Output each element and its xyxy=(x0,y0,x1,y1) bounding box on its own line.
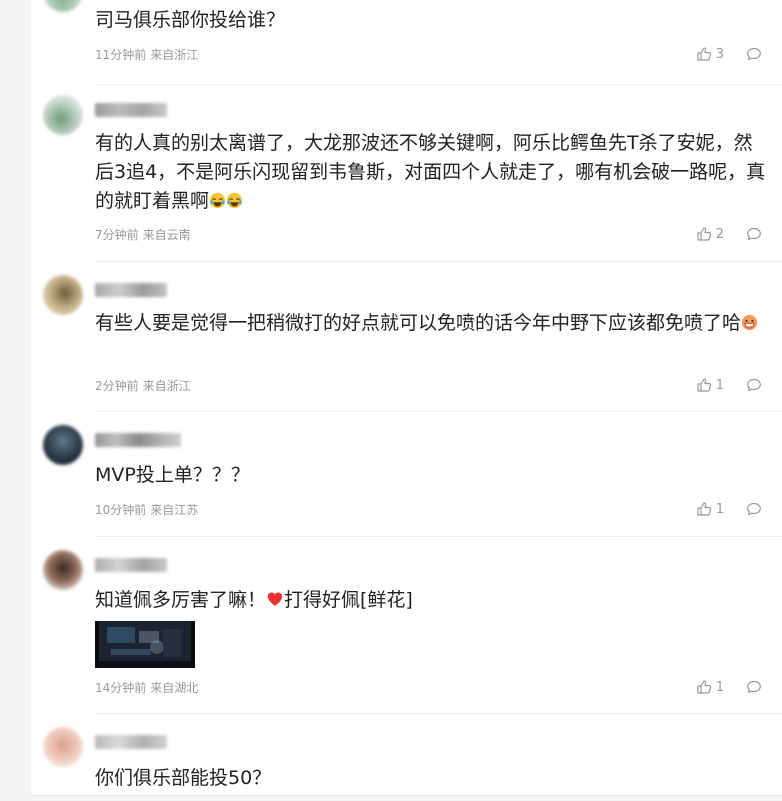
comment-text: 有些人要是觉得一把稍微打的好点就可以免喷的话今年中野下应该都免喷了哈 xyxy=(95,309,767,338)
like-count: 1 xyxy=(715,679,724,695)
username-blurred[interactable] xyxy=(95,283,167,297)
reply-button[interactable] xyxy=(746,377,762,393)
comment-text-content: 有些人要是觉得一把稍微打的好点就可以免喷的话今年中野下应该都免喷了哈 xyxy=(95,312,742,334)
game-screenshot-thumbnail xyxy=(99,621,191,668)
comment-location: 来自浙江 xyxy=(142,379,191,393)
comment-actions: 2 xyxy=(696,225,762,243)
comment-location: 来自湖北 xyxy=(150,681,199,695)
username-blurred[interactable] xyxy=(95,735,167,749)
like-count: 1 xyxy=(715,377,724,393)
comment-time: 7分钟前 xyxy=(95,228,139,242)
reply-button[interactable] xyxy=(746,501,762,517)
comment-meta: 10分钟前 来自江苏 xyxy=(95,501,198,518)
comment-bubble-icon xyxy=(747,47,761,61)
comment-text: 你们俱乐部能投50？ xyxy=(95,767,272,789)
like-count: 1 xyxy=(715,501,724,517)
username-blurred[interactable] xyxy=(95,558,167,572)
laughing-tears-emoji xyxy=(226,192,243,209)
comment-actions: 1 xyxy=(696,500,762,518)
comment-text: 知道佩多厉害了嘛！ 打得好佩[鲜花] xyxy=(95,586,767,615)
like-count: 2 xyxy=(715,226,724,242)
avatar[interactable] xyxy=(43,275,83,315)
like-button[interactable]: 1 xyxy=(696,679,724,695)
comment-time: 2分钟前 xyxy=(95,379,139,393)
grinning-emoji xyxy=(741,314,758,331)
thumbs-up-icon xyxy=(697,680,711,694)
panel-bottom-border xyxy=(31,795,782,796)
avatar[interactable] xyxy=(43,550,83,590)
red-heart-emoji xyxy=(267,592,283,606)
comment-location: 来自浙江 xyxy=(150,48,199,62)
attached-image-thumbnail[interactable] xyxy=(95,621,195,668)
comment-time: 10分钟前 xyxy=(95,503,147,517)
comment-meta: 11分钟前 来自浙江 xyxy=(95,46,198,63)
username-blurred[interactable] xyxy=(95,433,181,447)
comment-bubble-icon xyxy=(747,680,761,694)
like-button[interactable]: 1 xyxy=(696,377,724,393)
laughing-tears-emoji xyxy=(209,192,226,209)
like-count: 3 xyxy=(715,46,724,62)
comment-text: MVP投上单？？？ xyxy=(95,464,250,486)
reply-button[interactable] xyxy=(746,679,762,695)
comment-meta: 7分钟前 来自云南 xyxy=(95,226,191,243)
comment-meta: 14分钟前 来自湖北 xyxy=(95,679,198,696)
comment-actions: 1 xyxy=(696,678,762,696)
avatar[interactable] xyxy=(43,425,83,465)
reply-button[interactable] xyxy=(746,46,762,62)
comment-text: 司马俱乐部你投给谁？ xyxy=(95,9,286,31)
divider xyxy=(95,84,782,85)
comment-text-part1: 知道佩多厉害了嘛！ xyxy=(95,589,267,611)
avatar[interactable] xyxy=(43,0,83,12)
thumbs-up-icon xyxy=(697,227,711,241)
comment-text: 有的人真的别太离谱了，大龙那波还不够关键啊，阿乐比鳄鱼先T杀了安妮，然后3追4，… xyxy=(95,129,767,216)
comment-location: 来自江苏 xyxy=(150,503,199,517)
reply-button[interactable] xyxy=(746,226,762,242)
comment-time: 11分钟前 xyxy=(95,48,147,62)
thumbs-up-icon xyxy=(697,378,711,392)
avatar[interactable] xyxy=(43,727,83,767)
divider xyxy=(95,411,782,412)
like-button[interactable]: 1 xyxy=(696,501,724,517)
comment-list: 司马俱乐部你投给谁？ 11分钟前 来自浙江 3 有的人真的别太离谱了，大龙那波还不… xyxy=(31,0,782,795)
divider xyxy=(95,713,782,714)
comment-location: 来自云南 xyxy=(142,228,191,242)
comment-meta: 2分钟前 来自浙江 xyxy=(95,377,191,394)
username-blurred[interactable] xyxy=(95,103,167,117)
avatar[interactable] xyxy=(43,95,83,135)
comment-actions: 1 xyxy=(696,376,762,394)
like-button[interactable]: 3 xyxy=(696,46,724,62)
comment-bubble-icon xyxy=(747,227,761,241)
comment-actions: 3 xyxy=(696,45,762,63)
divider xyxy=(95,536,782,537)
comment-time: 14分钟前 xyxy=(95,681,147,695)
like-button[interactable]: 2 xyxy=(696,226,724,242)
comment-bubble-icon xyxy=(747,502,761,516)
comment-bubble-icon xyxy=(747,378,761,392)
thumbs-up-icon xyxy=(697,47,711,61)
comment-text-content: 有的人真的别太离谱了，大龙那波还不够关键啊，阿乐比鳄鱼先T杀了安妮，然后3追4，… xyxy=(95,132,766,212)
thumbs-up-icon xyxy=(697,502,711,516)
comment-text-part2: 打得好佩[鲜花] xyxy=(284,589,413,611)
divider xyxy=(95,261,782,262)
